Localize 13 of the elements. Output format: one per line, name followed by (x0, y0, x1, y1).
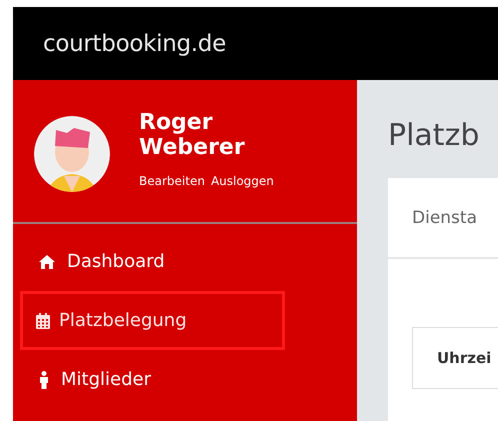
profile-link[interactable]: Ausloggen (210, 174, 274, 188)
user-name: Roger Weberer (139, 110, 246, 160)
calendar-icon (36, 312, 50, 328)
nav-item[interactable]: Mitglieder (20, 350, 285, 409)
nav-item[interactable]: Dashboard (20, 232, 285, 291)
column-header: Uhrzei (437, 349, 492, 367)
person-icon (39, 370, 49, 388)
nav-item[interactable]: Platzbelegung (20, 291, 285, 350)
logo[interactable]: courtbooking.de (43, 30, 226, 56)
page-title: Platzb (388, 118, 480, 155)
day-heading: Diensta (412, 208, 477, 228)
home-icon (39, 254, 55, 268)
profile-link[interactable]: Bearbeiten (139, 174, 205, 188)
